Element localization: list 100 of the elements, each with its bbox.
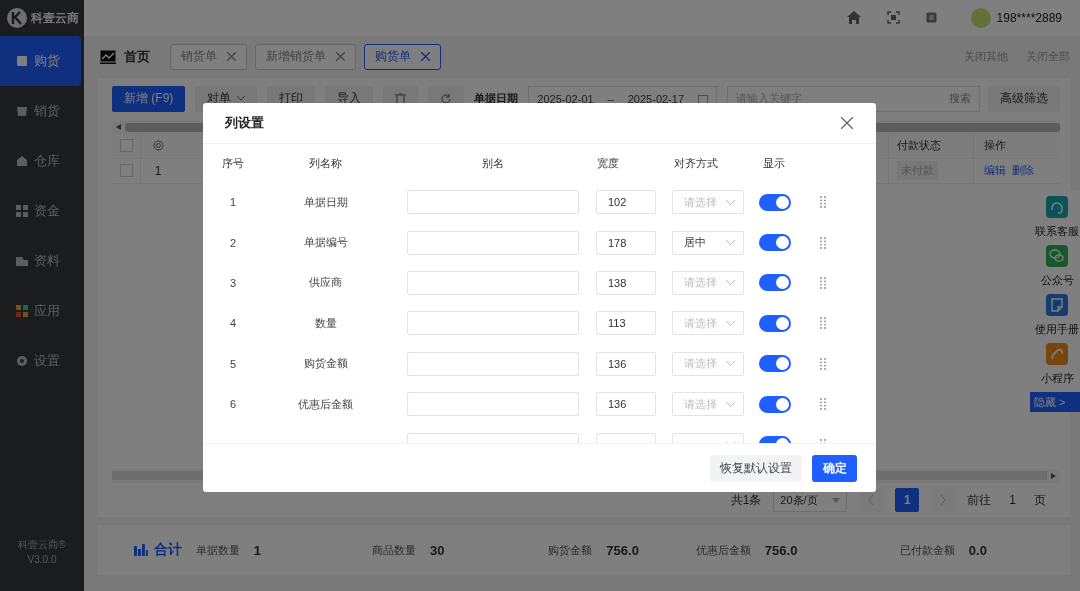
sidebar-item[interactable]: 设置 bbox=[0, 336, 81, 386]
square-icon[interactable] bbox=[925, 12, 937, 24]
row-action-link[interactable]: 编辑 bbox=[984, 163, 1006, 179]
alias-field[interactable] bbox=[407, 190, 579, 215]
row-number: 6 bbox=[229, 398, 237, 411]
column-name: 购货金额 bbox=[303, 356, 348, 372]
menu-icon bbox=[16, 55, 28, 67]
alias-field[interactable] bbox=[407, 270, 579, 295]
ok-button[interactable]: 确定 bbox=[812, 454, 857, 482]
width-field[interactable]: 113 bbox=[596, 311, 656, 336]
summary-title: 合计 bbox=[153, 541, 182, 560]
total-count: 共1条 bbox=[730, 491, 762, 509]
menu-icon bbox=[16, 305, 28, 317]
scroll-right-icon[interactable] bbox=[1051, 472, 1056, 479]
row-number: 3 bbox=[229, 276, 237, 289]
toggle-switch[interactable] bbox=[759, 314, 791, 332]
column-header: 宽度 bbox=[596, 155, 620, 171]
toggle-switch[interactable] bbox=[759, 274, 791, 292]
close-icon[interactable] bbox=[227, 52, 236, 62]
alias-field[interactable] bbox=[407, 392, 579, 417]
sidebar-item[interactable]: 资金 bbox=[0, 186, 81, 236]
align-select[interactable]: 请选择 bbox=[672, 190, 744, 215]
alias-field[interactable] bbox=[407, 351, 579, 376]
width-field[interactable]: 136 bbox=[596, 351, 656, 376]
column-name: 数量 bbox=[314, 315, 337, 331]
shortcut-label[interactable]: 小程序 bbox=[1040, 371, 1074, 386]
table-cell: 1 bbox=[140, 158, 175, 183]
chevron-down-icon bbox=[726, 361, 735, 367]
width-field[interactable]: 178 bbox=[596, 230, 656, 255]
dialog-title: 列设置 bbox=[225, 114, 264, 132]
summary-label: 购货金额 bbox=[548, 542, 593, 558]
close-icon[interactable] bbox=[841, 117, 853, 129]
user-phone[interactable]: 198****2889 bbox=[996, 10, 1062, 25]
summary-value: 30 bbox=[430, 542, 445, 558]
column-header: 列名称 bbox=[308, 155, 343, 171]
sidebar-item[interactable]: 销货 bbox=[0, 86, 81, 136]
chevron-down-icon bbox=[726, 320, 735, 326]
align-select[interactable]: 请选择 bbox=[672, 351, 744, 376]
shortcut-icon[interactable] bbox=[1046, 245, 1068, 267]
column-header: 别名 bbox=[481, 155, 505, 171]
page-button[interactable]: 1 bbox=[895, 488, 920, 513]
shortcut-icon[interactable] bbox=[1046, 196, 1068, 218]
summary-label: 商品数量 bbox=[372, 542, 417, 558]
alias-field[interactable] bbox=[407, 311, 579, 336]
chevron-left-icon bbox=[868, 495, 875, 506]
chevron-right-icon bbox=[940, 495, 947, 506]
align-select[interactable]: 请选择 bbox=[672, 392, 744, 417]
chevron-down-icon bbox=[726, 280, 735, 286]
sidebar-item[interactable]: 应用 bbox=[0, 286, 81, 336]
close-icon[interactable] bbox=[421, 52, 430, 62]
shortcut-label[interactable]: 使用手册 bbox=[1035, 322, 1079, 337]
advanced-filter-button[interactable]: 高级筛选 bbox=[988, 85, 1060, 112]
summary-label: 已付款金额 bbox=[899, 542, 955, 558]
toggle-switch[interactable] bbox=[759, 395, 791, 413]
column-name: 单据日期 bbox=[303, 194, 348, 210]
column-header: 显示 bbox=[762, 155, 786, 171]
row-action-link[interactable]: 删除 bbox=[1012, 163, 1034, 179]
refresh-icon bbox=[440, 92, 453, 105]
logo-text: 科壹云商 bbox=[31, 9, 79, 27]
toggle-switch[interactable] bbox=[759, 193, 791, 211]
width-field[interactable]: 102 bbox=[596, 190, 656, 215]
drag-handle-icon[interactable] bbox=[820, 398, 826, 411]
summary-value: 756.0 bbox=[764, 542, 798, 558]
summary-label: 单据数量 bbox=[195, 542, 240, 558]
drag-handle-icon[interactable] bbox=[820, 357, 826, 370]
toggle-switch[interactable] bbox=[759, 355, 791, 373]
align-select[interactable]: 居中 bbox=[672, 230, 744, 255]
alias-field[interactable] bbox=[407, 230, 579, 255]
align-select[interactable]: 请选择 bbox=[672, 311, 744, 336]
goto-field[interactable]: 1 bbox=[1003, 493, 1022, 508]
scan-icon[interactable] bbox=[886, 11, 900, 25]
checkbox[interactable] bbox=[119, 164, 133, 178]
shortcut-icon[interactable] bbox=[1046, 294, 1068, 316]
settings-icon[interactable] bbox=[152, 140, 164, 152]
hide-button[interactable]: 隐藏 > bbox=[1030, 392, 1080, 412]
align-select[interactable]: 请选择 bbox=[672, 270, 744, 295]
toggle-switch[interactable] bbox=[759, 234, 791, 252]
reset-defaults-button[interactable]: 恢复默认设置 bbox=[710, 454, 802, 482]
width-field[interactable]: 136 bbox=[596, 392, 656, 417]
shortcut-icon[interactable] bbox=[1046, 343, 1068, 365]
shortcut-label[interactable]: 联系客服 bbox=[1035, 224, 1079, 239]
home-tab[interactable]: 首页 bbox=[124, 47, 150, 66]
close-icon[interactable] bbox=[336, 52, 345, 62]
sidebar-item[interactable]: 购货 bbox=[0, 36, 81, 86]
scroll-left-icon[interactable] bbox=[116, 124, 121, 131]
tab[interactable]: 购货单 bbox=[364, 43, 441, 70]
drag-handle-icon[interactable] bbox=[820, 196, 826, 209]
summary-value: 0.0 bbox=[968, 542, 987, 558]
drag-handle-icon[interactable] bbox=[820, 276, 826, 289]
width-field[interactable]: 138 bbox=[596, 270, 656, 295]
new-button[interactable]: 新增 (F9) bbox=[112, 85, 186, 112]
drag-handle-icon[interactable] bbox=[820, 317, 826, 330]
sidebar-item[interactable]: 资料 bbox=[0, 236, 81, 286]
shortcut-label[interactable]: 公众号 bbox=[1040, 273, 1074, 288]
sidebar-item[interactable]: 仓库 bbox=[0, 136, 81, 186]
version-text: V3.0.0 bbox=[27, 554, 57, 565]
checkbox[interactable] bbox=[119, 139, 133, 153]
home-icon[interactable] bbox=[846, 11, 861, 25]
drag-handle-icon[interactable] bbox=[820, 236, 826, 249]
avatar[interactable] bbox=[970, 7, 991, 28]
